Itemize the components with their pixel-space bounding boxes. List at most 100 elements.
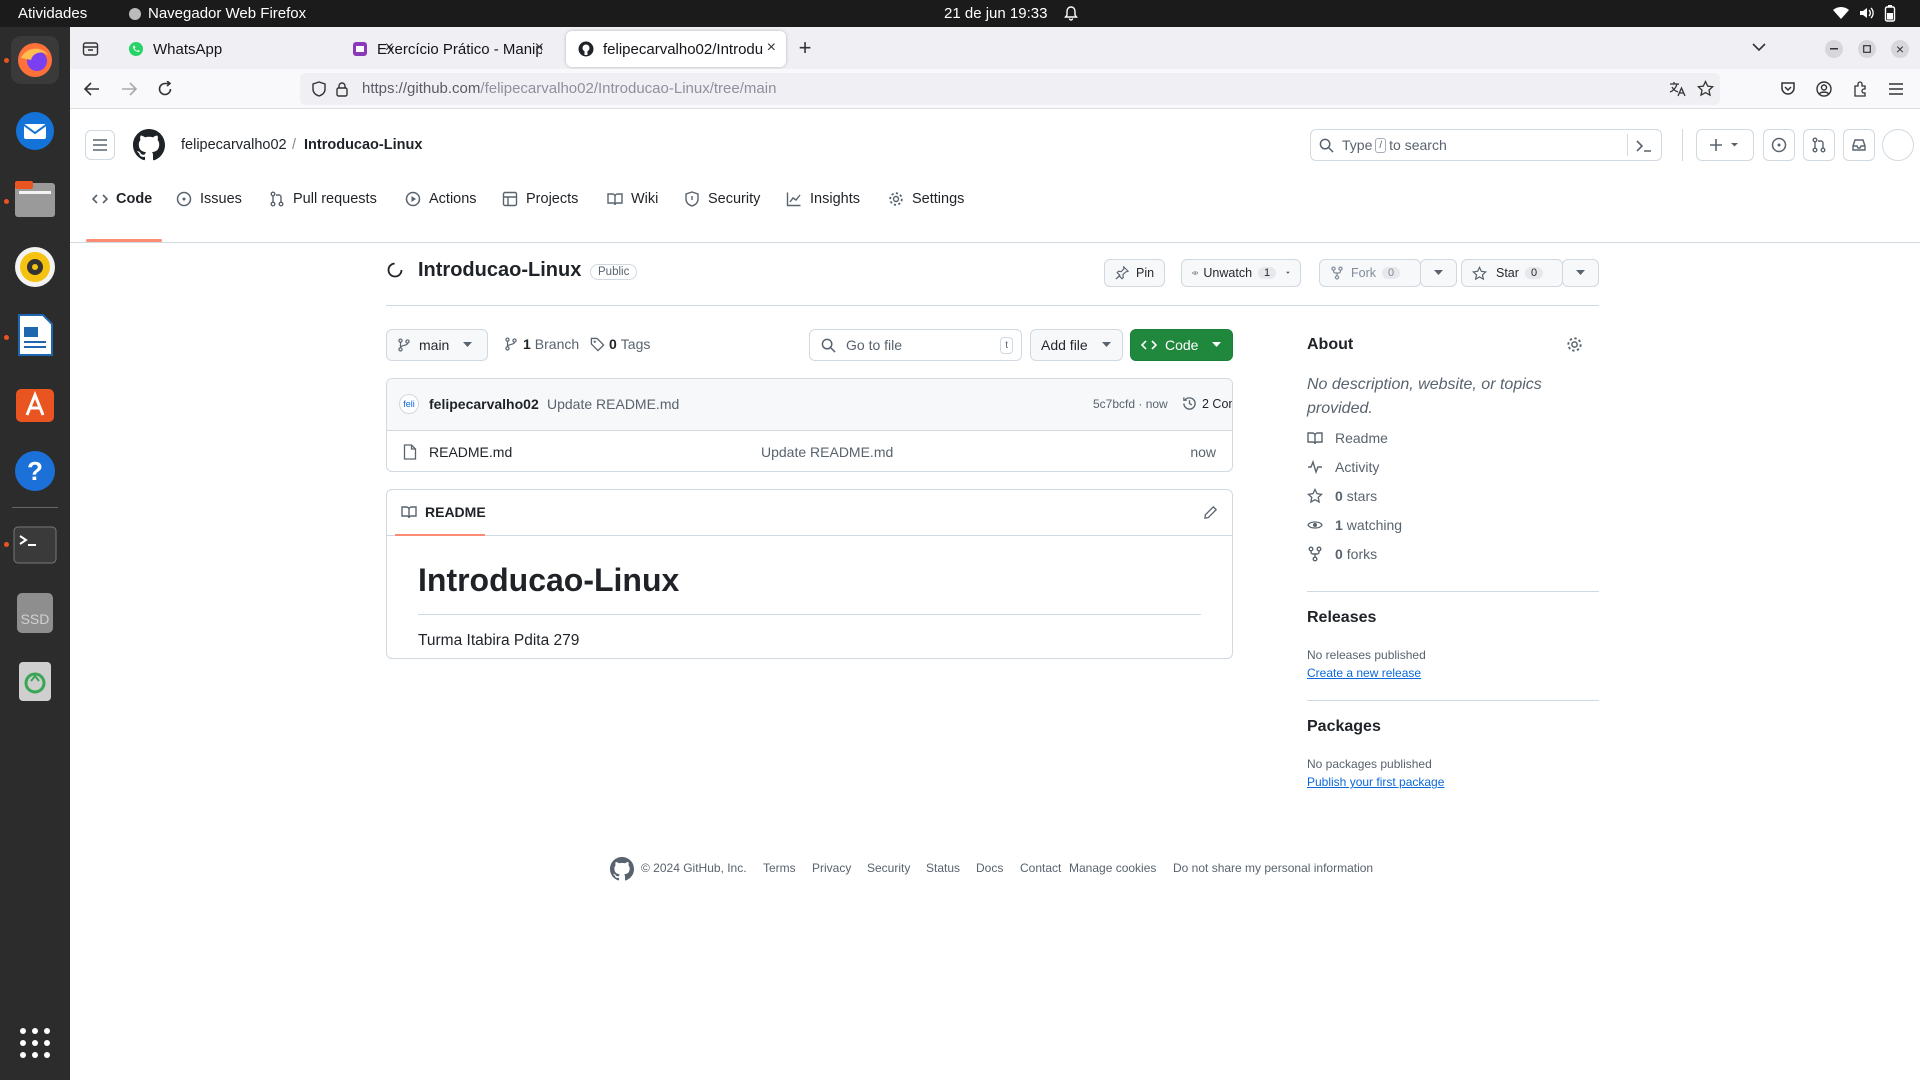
gear-icon[interactable] bbox=[1566, 336, 1583, 353]
close-tab-icon[interactable]: × bbox=[767, 39, 776, 57]
fork-dropdown-button[interactable] bbox=[1420, 259, 1457, 287]
footer-status-link[interactable]: Status bbox=[926, 861, 960, 875]
star-dropdown-button[interactable] bbox=[1562, 259, 1599, 287]
dock-show-apps[interactable] bbox=[11, 1019, 59, 1067]
reload-icon[interactable] bbox=[157, 81, 173, 97]
watching-link[interactable]: 1 watching bbox=[1307, 517, 1402, 533]
tab-actions[interactable]: Actions bbox=[405, 179, 477, 219]
stars-link[interactable]: 0 stars bbox=[1307, 488, 1377, 504]
dock-app-center[interactable] bbox=[11, 379, 59, 427]
wifi-icon[interactable] bbox=[1832, 6, 1850, 20]
add-file-button[interactable]: Add file bbox=[1030, 329, 1123, 361]
maximize-button[interactable] bbox=[1858, 40, 1876, 58]
repo-title[interactable]: Introducao-Linux bbox=[418, 259, 581, 282]
activity-link[interactable]: Activity bbox=[1307, 459, 1379, 475]
lock-icon[interactable] bbox=[336, 81, 348, 97]
code-dropdown-button[interactable]: Code bbox=[1130, 329, 1233, 361]
branches-link[interactable]: 1 Branch bbox=[504, 336, 579, 352]
footer-manage-cookies-link[interactable]: Manage cookies bbox=[1069, 861, 1156, 875]
star-button[interactable]: Star 0 bbox=[1461, 259, 1563, 287]
address-bar[interactable]: https://github.com/felipecarvalho02/Intr… bbox=[300, 73, 1720, 105]
footer-privacy-link[interactable]: Privacy bbox=[812, 861, 851, 875]
unwatch-button[interactable]: Unwatch 1 bbox=[1181, 259, 1301, 287]
new-tab-button[interactable]: + bbox=[794, 35, 816, 60]
file-name[interactable]: README.md bbox=[429, 444, 512, 460]
list-all-tabs-icon[interactable] bbox=[1752, 42, 1766, 52]
packages-title[interactable]: Packages bbox=[1307, 718, 1381, 736]
notification-bell-icon[interactable] bbox=[1063, 5, 1079, 21]
avatar[interactable] bbox=[1882, 129, 1914, 161]
tab-insights[interactable]: Insights bbox=[786, 179, 860, 219]
branch-selector[interactable]: main bbox=[386, 329, 488, 361]
footer-docs-link[interactable]: Docs bbox=[976, 861, 1003, 875]
bookmark-star-icon[interactable] bbox=[1697, 80, 1714, 97]
hamburger-button[interactable] bbox=[85, 130, 115, 160]
tab-security[interactable]: Security bbox=[684, 179, 760, 219]
pocket-icon[interactable] bbox=[1780, 81, 1796, 97]
back-icon[interactable] bbox=[84, 82, 100, 96]
file-commit-message[interactable]: Update README.md bbox=[761, 444, 893, 460]
github-footer-logo-icon[interactable] bbox=[610, 857, 634, 881]
battery-icon[interactable] bbox=[1884, 4, 1896, 22]
tab-pull-requests[interactable]: Pull requests bbox=[269, 179, 377, 219]
minimize-button[interactable] bbox=[1825, 40, 1843, 58]
menu-icon[interactable] bbox=[1888, 82, 1904, 96]
table-row[interactable]: README.md Update README.md now bbox=[387, 432, 1232, 471]
extensions-icon[interactable] bbox=[1852, 81, 1868, 97]
pin-button[interactable]: Pin bbox=[1104, 259, 1166, 287]
command-palette-icon[interactable] bbox=[1636, 139, 1652, 153]
edit-pencil-icon[interactable] bbox=[1203, 505, 1218, 520]
search-input[interactable]: Type / to search bbox=[1310, 129, 1662, 161]
github-logo-icon[interactable] bbox=[133, 129, 165, 161]
tab-github[interactable]: felipecarvalho02/Introdu × bbox=[566, 31, 786, 67]
releases-title[interactable]: Releases bbox=[1307, 609, 1376, 627]
tab-code[interactable]: Code bbox=[92, 179, 152, 219]
dock-help[interactable]: ? bbox=[11, 447, 59, 495]
inbox-button[interactable] bbox=[1843, 129, 1875, 161]
publish-package-link[interactable]: Publish your first package bbox=[1307, 775, 1444, 789]
create-release-link[interactable]: Create a new release bbox=[1307, 666, 1421, 680]
commit-author[interactable]: felipecarvalho02 bbox=[429, 396, 539, 412]
footer-contact-link[interactable]: Contact bbox=[1020, 861, 1061, 875]
issues-button[interactable] bbox=[1763, 129, 1795, 161]
dock-trash[interactable] bbox=[11, 657, 59, 705]
close-window-button[interactable]: × bbox=[1891, 40, 1909, 58]
account-icon[interactable] bbox=[1816, 81, 1832, 97]
dock-firefox[interactable] bbox=[11, 36, 59, 84]
commit-author-avatar[interactable]: feli bbox=[399, 394, 419, 414]
volume-icon[interactable] bbox=[1858, 5, 1874, 21]
commits-link[interactable]: 2 Commits bbox=[1182, 396, 1232, 411]
footer-terms-link[interactable]: Terms bbox=[763, 861, 796, 875]
forks-link[interactable]: 0 forks bbox=[1307, 546, 1377, 562]
dock-rhythmbox[interactable] bbox=[11, 243, 59, 291]
firefox-view-icon[interactable] bbox=[82, 40, 99, 57]
tab-settings[interactable]: Settings bbox=[888, 179, 964, 219]
tab-issues[interactable]: Issues bbox=[176, 179, 242, 219]
dock-terminal[interactable] bbox=[11, 521, 59, 569]
readme-tab[interactable]: README bbox=[401, 504, 486, 520]
readme-link[interactable]: Readme bbox=[1307, 430, 1388, 446]
pull-requests-button[interactable] bbox=[1803, 129, 1835, 161]
create-new-button[interactable] bbox=[1696, 129, 1754, 161]
close-tab-icon[interactable]: × bbox=[535, 39, 544, 57]
repo-link[interactable]: Introducao-Linux bbox=[304, 137, 422, 153]
forward-icon[interactable] bbox=[121, 82, 137, 96]
fork-button[interactable]: Fork 0 bbox=[1319, 259, 1421, 287]
tab-projects[interactable]: Projects bbox=[502, 179, 578, 219]
commit-hash-time[interactable]: 5c7bcfd · now bbox=[1093, 397, 1168, 411]
footer-do-not-share-link[interactable]: Do not share my personal information bbox=[1173, 861, 1373, 875]
clock[interactable]: 21 de jun 19:33 bbox=[944, 5, 1047, 22]
footer-security-link[interactable]: Security bbox=[867, 861, 910, 875]
dock-thunderbird[interactable] bbox=[11, 107, 59, 155]
translate-icon[interactable] bbox=[1669, 81, 1686, 97]
activities-button[interactable]: Atividades bbox=[18, 5, 87, 22]
tags-link[interactable]: 0 Tags bbox=[590, 336, 650, 352]
go-to-file-input[interactable]: Go to file t bbox=[809, 329, 1022, 361]
dock-ssd-drive[interactable]: SSD bbox=[11, 589, 59, 637]
tracking-protection-icon[interactable] bbox=[312, 81, 326, 97]
owner-link[interactable]: felipecarvalho02 bbox=[181, 137, 287, 153]
dock-files[interactable] bbox=[11, 175, 59, 223]
tab-wiki[interactable]: Wiki bbox=[607, 179, 658, 219]
commit-message[interactable]: Update README.md bbox=[547, 396, 679, 412]
dock-writer[interactable] bbox=[11, 311, 59, 359]
